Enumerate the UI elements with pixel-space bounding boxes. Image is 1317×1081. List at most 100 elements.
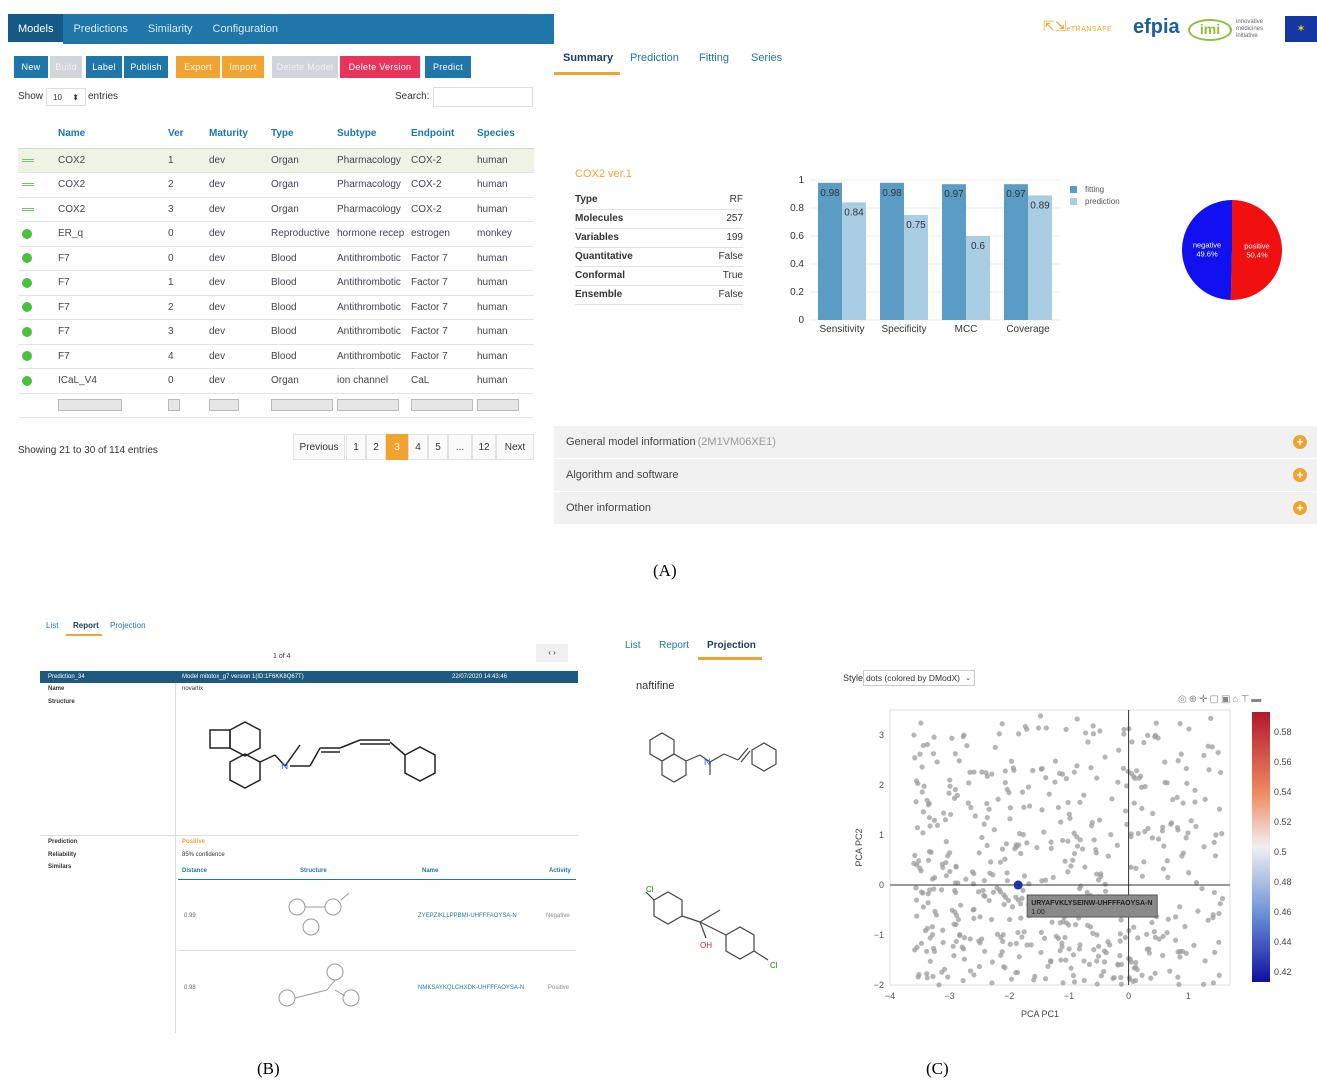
table-row[interactable]: F7 2 dev Blood Antithrombotic Factor 7 human [18,295,534,320]
filter-ver-select[interactable] [168,399,180,412]
scatter-point [947,783,953,789]
table-row[interactable]: COX2 1 dev Organ Pharmacology COX-2 human [18,148,534,173]
plus-icon[interactable]: + [1293,468,1307,482]
b-col-distance: Distance [182,868,208,874]
page-5[interactable]: 5 [428,434,448,460]
scatter-point [1042,877,1049,883]
page-2[interactable]: 2 [366,434,386,460]
tab-summary[interactable]: Summary [563,52,613,64]
new-button[interactable]: New [14,56,48,78]
cell-type: Organ [267,172,333,198]
page-4[interactable]: 4 [408,434,428,460]
b-sep [40,835,578,836]
plus-icon[interactable]: + [1293,435,1307,449]
scatter-point [984,842,990,849]
page-1[interactable]: 1 [346,434,366,460]
cell-ver: 1 [164,270,205,296]
entries-select[interactable]: 10 ⬍ [46,88,86,106]
filter-type-select[interactable] [271,399,333,412]
col-species[interactable]: Species [473,120,534,149]
table-row[interactable]: F7 1 dev Blood Antithrombotic Factor 7 human [18,270,534,296]
c-tab-projection[interactable]: Projection [707,640,756,651]
scatter-point [970,907,976,913]
b-tab-list[interactable]: List [46,621,58,630]
accordion-item[interactable]: Algorithm and software + [554,459,1317,491]
predict-button[interactable]: Predict [425,56,471,78]
tab-configuration[interactable]: Configuration [203,14,288,44]
import-button[interactable]: Import [222,56,264,78]
scatter-point [1094,981,1100,987]
col-maturity[interactable]: Maturity [205,120,267,149]
search-input[interactable] [433,87,533,107]
col-endpoint[interactable]: Endpoint [407,120,473,149]
page-previous[interactable]: Previous [293,434,345,460]
table-row[interactable]: ER_q 0 dev Reproductive hormone recep estroge… [18,221,534,247]
col-name[interactable]: Name [54,120,164,149]
cell-ver: 3 [164,319,205,345]
build-button[interactable]: Build [50,56,82,78]
table-row[interactable]: F7 0 dev Blood Antithrombotic Factor 7 human [18,246,534,271]
cell-name: ER_q [54,221,164,247]
label-button[interactable]: Label [86,56,122,78]
b-sim2-name[interactable]: NMKSAYKQLCHXDK-UHFFFAOYSA-N [418,985,524,991]
filter-endpoint-select[interactable] [411,399,473,412]
scatter-point [1210,912,1216,918]
b-molecule-structure: N [209,721,436,789]
filter-species-select[interactable] [477,399,519,412]
tab-similarity[interactable]: Similarity [138,14,203,44]
delete-model-button[interactable]: Delete Model [272,56,338,78]
scatter-point [1071,769,1077,775]
publish-button[interactable]: Publish [124,56,168,78]
scatter-point [1153,720,1159,726]
cell-ver: 0 [164,246,205,271]
scatter-point [1060,919,1066,925]
filter-subtype-select[interactable] [337,399,399,412]
tab-models[interactable]: Models [8,14,64,44]
summary-value: 257 [693,209,743,229]
table-row[interactable]: ICaL_V4 0 dev Organ ion channel CaL human [18,368,534,394]
table-row[interactable]: F7 3 dev Blood Antithrombotic Factor 7 human [18,319,534,345]
y-tick-label: 0.2 [790,287,804,298]
c-style-select[interactable]: dots (colored by DModX) ⌄ [863,670,975,686]
table-row[interactable]: COX2 3 dev Organ Pharmacology COX-2 human [18,197,534,222]
b-active-indicator [66,634,102,636]
scatter-point [930,945,937,951]
filter-name-select[interactable] [58,399,122,412]
tab-fitting[interactable]: Fitting [699,52,729,64]
b-tab-projection[interactable]: Projection [110,621,146,630]
delete-version-button[interactable]: Delete Version [340,56,420,78]
accordion-item[interactable]: Other information + [554,492,1317,524]
prediction-pie-chart: positive50.4% negative49.6% [1182,200,1283,300]
scatter-point [934,759,940,765]
table-row[interactable]: COX2 2 dev Organ Pharmacology COX-2 human [18,172,534,198]
export-button[interactable]: Export [176,56,220,78]
scatter-point [914,913,920,919]
c-tab-list[interactable]: List [625,640,641,651]
tab-series[interactable]: Series [751,52,782,64]
scatter-point [1058,819,1064,825]
col-subtype[interactable]: Subtype [333,120,407,149]
c-tab-report[interactable]: Report [659,640,689,651]
scatter-point [949,735,955,741]
cell-maturity: dev [205,246,267,271]
filter-maturity-select[interactable] [209,399,239,412]
scatter-point [1043,725,1049,731]
table-row[interactable]: F7 4 dev Blood Antithrombotic Factor 7 human [18,344,534,369]
scatter-point [970,881,976,887]
page-next[interactable]: Next [496,434,534,460]
scatter-point [1216,806,1223,812]
b-pager-arrows[interactable]: ‹ › [536,644,568,662]
page-12[interactable]: 12 [472,434,496,460]
col-type[interactable]: Type [267,120,333,149]
scatter-point [1038,929,1044,935]
scatter-point [926,800,932,806]
scatter-point [1021,929,1027,935]
col-ver[interactable]: Ver [164,120,205,149]
tab-prediction[interactable]: Prediction [630,52,679,64]
plus-icon[interactable]: + [1293,501,1307,515]
b-sim1-name[interactable]: ZYEPZIKLLPPBMI-UHFFFAOYSA-N [418,913,517,919]
accordion-item[interactable]: General model information (2M1VM06XE1) + [554,426,1317,458]
b-tab-report[interactable]: Report [73,621,99,630]
page-3[interactable]: 3 [386,434,408,460]
tab-predictions[interactable]: Predictions [63,14,137,44]
